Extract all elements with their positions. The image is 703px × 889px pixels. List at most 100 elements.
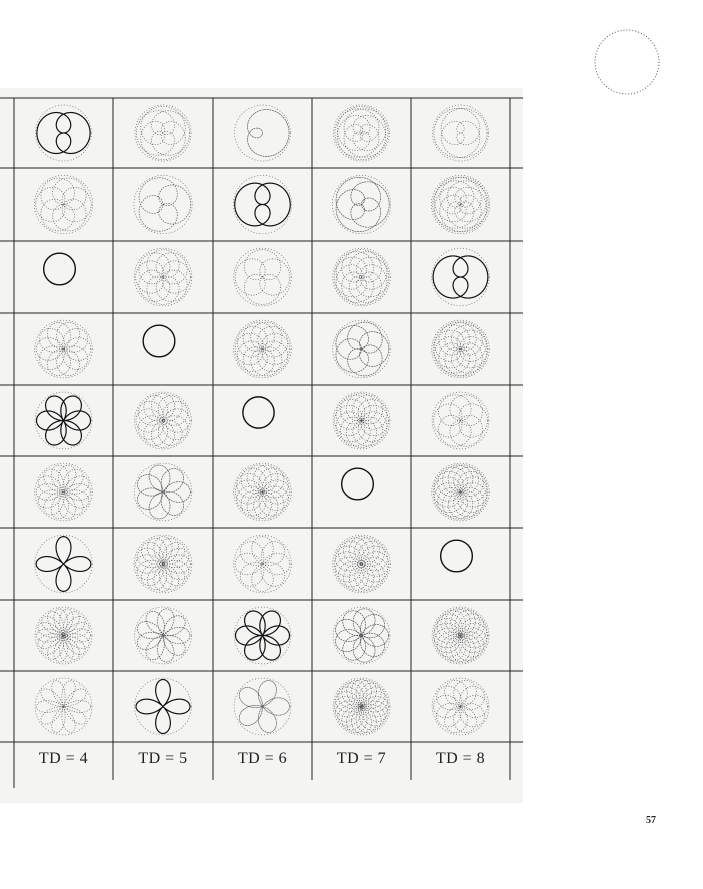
rose-curve [234,249,291,305]
figure-plot [439,539,474,573]
column-label: TD = 6 [237,750,288,767]
figure-plot [233,534,292,594]
outer-dotted-circle [432,104,489,162]
figure-plot [332,534,391,594]
rose-curve [334,106,389,160]
figure-cell [113,385,213,456]
column-label: TD = 8 [435,750,486,767]
figure-cell [113,528,213,600]
rose-curve [333,249,390,305]
rose-curve [135,678,191,735]
rose-curve [35,322,92,376]
figure-cell [213,671,312,742]
figure-cell [411,168,510,241]
rose-curve [234,610,291,661]
outer-dotted-circle [332,319,391,379]
rose-curve [433,679,488,734]
figure-cell [113,241,213,313]
figure-cell [14,98,113,168]
figure-cell [312,313,411,385]
figure-cell [411,98,510,168]
figure-plot [431,462,490,522]
figure-plot [133,247,193,307]
figure-cell [312,241,411,313]
rose-curve [35,395,92,446]
rose-curve [335,608,389,663]
column-label: TD = 7 [336,750,387,767]
column-label: TD = 4 [38,750,89,767]
figure-cell [312,600,411,671]
figure-cell [213,241,312,313]
figure-cell [14,313,113,385]
page-number: 57 [646,815,656,826]
figure-plot [431,606,490,665]
figure-plot [234,104,291,162]
figure-plot [233,247,292,307]
figure-plot [332,319,391,379]
figure-cell [14,528,113,600]
figure-cell [411,671,510,742]
figure-cell [411,241,510,313]
rose-curve [432,321,489,377]
figure-plot [133,174,193,235]
figure-cell [312,98,411,168]
figure-cell [113,456,213,528]
rose-curve [333,536,390,592]
figure-plot [340,467,375,501]
figure-plot [134,391,192,450]
rose-curve [36,680,91,733]
figure-plot [34,534,93,594]
figure-plot [34,677,93,736]
rose-curve [35,536,92,592]
figure-cell [213,168,312,241]
figure-plot [134,104,192,162]
figure-cell [213,456,312,528]
figure-plot [232,174,293,235]
figure-plot [35,104,92,162]
figure-plot [42,252,77,286]
rose-curve [135,536,191,592]
corner-dotted-circle [594,29,660,95]
figure-plot [233,319,292,379]
rose-curve [36,111,91,155]
rose-curve [432,255,489,299]
figure-cell [312,456,411,528]
rose-curve [432,176,489,233]
figure-cell [113,671,213,742]
figure-plot [242,396,275,429]
figure-cell [213,600,312,671]
figure-cell [411,600,510,671]
figure-cell [411,456,510,528]
figure-plot [431,677,490,736]
rose-curve [335,321,390,377]
figure-cell [14,385,113,456]
figure-plot [233,462,292,522]
rose-curve [136,608,191,663]
rose-curve [234,536,291,592]
figure-plot [34,606,93,665]
figure-plot [332,606,391,665]
rose-curve [234,321,291,377]
figure-plot [34,391,93,450]
figure-plot [332,247,391,307]
rose-curve [433,107,488,159]
figure-cell [14,456,113,528]
figure-panel: TD = 4 TD = 5 TD = 6 TD = 7 TD = 8 [0,88,523,803]
figure-plot [332,391,391,450]
rose-curve [335,176,390,233]
figure-cell [213,528,312,600]
column-label: TD = 5 [138,750,188,767]
figure-cell [14,241,113,313]
outer-dotted-circle [332,534,391,594]
figure-plot [134,606,192,665]
figure-plot [432,104,489,162]
figure-cell [14,671,113,742]
solid-circle [242,396,275,429]
figure-cell [411,528,510,600]
figure-cell [213,385,312,456]
figure-plot [331,174,392,235]
figure-plot [142,324,176,358]
rose-curve [234,182,291,227]
figure-cell [312,528,411,600]
solid-circle [142,324,176,358]
